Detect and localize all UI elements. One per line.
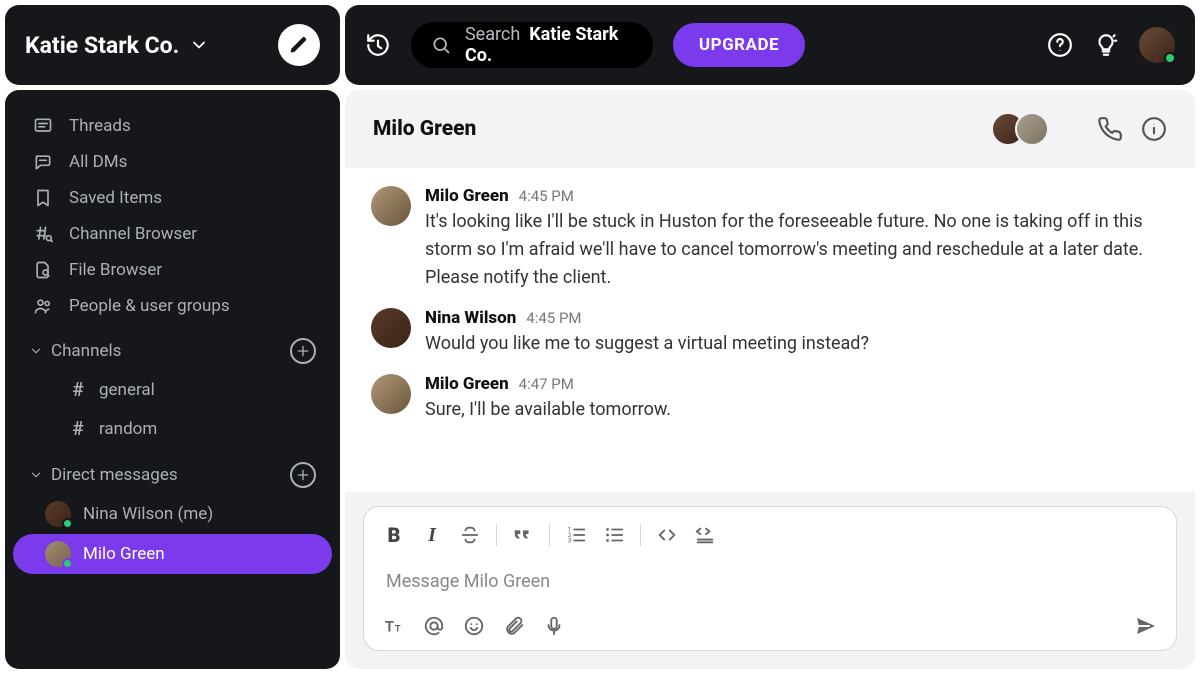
lightbulb-icon[interactable] bbox=[1093, 32, 1119, 58]
message: Nina Wilson 4:45 PM Would you like me to… bbox=[371, 308, 1169, 358]
nav-threads[interactable]: Threads bbox=[5, 108, 340, 144]
format-code[interactable] bbox=[655, 523, 679, 547]
channel-item[interactable]: # random bbox=[29, 409, 316, 448]
channels-section-header[interactable]: Channels bbox=[29, 332, 316, 370]
message-author: Milo Green bbox=[425, 374, 509, 394]
search-placeholder: Search Katie Stark Co. bbox=[465, 24, 633, 66]
add-channel-button[interactable] bbox=[290, 338, 316, 364]
svg-text:T: T bbox=[395, 625, 401, 635]
avatar bbox=[371, 308, 411, 348]
search-input[interactable]: Search Katie Stark Co. bbox=[411, 22, 653, 68]
dms-icon bbox=[33, 152, 53, 172]
format-strike[interactable] bbox=[458, 523, 482, 547]
channel-name: general bbox=[99, 380, 155, 400]
history-icon[interactable] bbox=[365, 32, 391, 58]
mention-button[interactable] bbox=[422, 614, 446, 638]
message-time: 4:47 PM bbox=[519, 375, 574, 393]
workspace-name: Katie Stark Co. bbox=[25, 32, 179, 59]
svg-text:3: 3 bbox=[568, 536, 572, 544]
presence-indicator bbox=[62, 558, 73, 569]
dm-item[interactable]: Nina Wilson (me) bbox=[13, 494, 332, 534]
nav-file-browser[interactable]: File Browser bbox=[5, 252, 340, 288]
nav-label: All DMs bbox=[69, 152, 127, 172]
nav-people[interactable]: People & user groups bbox=[5, 288, 340, 324]
bookmark-icon bbox=[33, 188, 53, 208]
dm-name: Milo Green bbox=[83, 544, 165, 564]
emoji-button[interactable] bbox=[462, 614, 486, 638]
search-icon bbox=[431, 34, 451, 56]
message-text: Would you like me to suggest a virtual m… bbox=[425, 330, 1169, 358]
nav-label: People & user groups bbox=[69, 296, 230, 316]
format-unordered-list[interactable] bbox=[602, 523, 626, 547]
avatar bbox=[45, 541, 71, 567]
dm-name: Nina Wilson (me) bbox=[83, 504, 213, 524]
channel-item[interactable]: # general bbox=[29, 370, 316, 409]
svg-text:T: T bbox=[385, 618, 394, 636]
nav-saved[interactable]: Saved Items bbox=[5, 180, 340, 216]
info-icon[interactable] bbox=[1141, 116, 1167, 142]
call-icon[interactable] bbox=[1097, 116, 1123, 142]
dm-item[interactable]: Milo Green bbox=[13, 534, 332, 574]
format-quote[interactable] bbox=[511, 523, 535, 547]
channel-name: random bbox=[99, 419, 157, 439]
help-icon[interactable] bbox=[1047, 32, 1073, 58]
message-text: Sure, I'll be available tomorrow. bbox=[425, 396, 1169, 424]
people-icon bbox=[33, 296, 53, 316]
add-dm-button[interactable] bbox=[290, 462, 316, 488]
member-avatars[interactable] bbox=[991, 112, 1049, 146]
message-time: 4:45 PM bbox=[526, 309, 581, 327]
format-codeblock[interactable] bbox=[693, 523, 717, 547]
avatar bbox=[371, 186, 411, 226]
format-ordered-list[interactable]: 123 bbox=[564, 523, 588, 547]
avatar bbox=[371, 374, 411, 414]
dms-section-header[interactable]: Direct messages bbox=[29, 456, 316, 494]
presence-indicator bbox=[62, 518, 73, 529]
nav-label: Channel Browser bbox=[69, 224, 197, 244]
avatar bbox=[45, 501, 71, 527]
plus-icon bbox=[295, 343, 311, 359]
format-bold[interactable]: B bbox=[382, 523, 406, 547]
message-text: It's looking like I'll be stuck in Husto… bbox=[425, 208, 1169, 292]
message-author: Milo Green bbox=[425, 186, 509, 206]
hash-icon: # bbox=[69, 378, 87, 401]
message-input[interactable]: Message Milo Green bbox=[382, 553, 1158, 610]
file-browser-icon bbox=[33, 260, 53, 280]
threads-icon bbox=[33, 116, 53, 136]
nav-label: File Browser bbox=[69, 260, 162, 280]
send-button[interactable] bbox=[1134, 614, 1158, 638]
section-label: Direct messages bbox=[51, 465, 282, 485]
message-time: 4:45 PM bbox=[519, 187, 574, 205]
nav-all-dms[interactable]: All DMs bbox=[5, 144, 340, 180]
chevron-down-icon bbox=[29, 344, 43, 358]
audio-button[interactable] bbox=[542, 614, 566, 638]
nav-label: Saved Items bbox=[69, 188, 162, 208]
workspace-switcher[interactable]: Katie Stark Co. bbox=[5, 5, 340, 85]
channel-browser-icon bbox=[33, 224, 53, 244]
presence-indicator bbox=[1164, 52, 1176, 64]
message: Milo Green 4:47 PM Sure, I'll be availab… bbox=[371, 374, 1169, 424]
attach-button[interactable] bbox=[502, 614, 526, 638]
nav-channel-browser[interactable]: Channel Browser bbox=[5, 216, 340, 252]
chevron-down-icon bbox=[189, 35, 209, 55]
pencil-icon bbox=[289, 35, 309, 55]
nav-label: Threads bbox=[69, 116, 131, 136]
format-toggle[interactable]: TT bbox=[382, 614, 406, 638]
upgrade-button[interactable]: UPGRADE bbox=[673, 23, 805, 67]
chat-title: Milo Green bbox=[373, 117, 973, 141]
message-author: Nina Wilson bbox=[425, 308, 516, 328]
avatar bbox=[1015, 112, 1049, 146]
section-label: Channels bbox=[51, 341, 282, 361]
message: Milo Green 4:45 PM It's looking like I'l… bbox=[371, 186, 1169, 292]
chevron-down-icon bbox=[29, 468, 43, 482]
hash-icon: # bbox=[69, 417, 87, 440]
plus-icon bbox=[295, 467, 311, 483]
compose-button[interactable] bbox=[278, 24, 320, 66]
current-user-avatar[interactable] bbox=[1139, 27, 1175, 63]
format-italic[interactable]: I bbox=[420, 523, 444, 547]
message-composer[interactable]: B I 123 Message Milo Green T bbox=[363, 506, 1177, 651]
